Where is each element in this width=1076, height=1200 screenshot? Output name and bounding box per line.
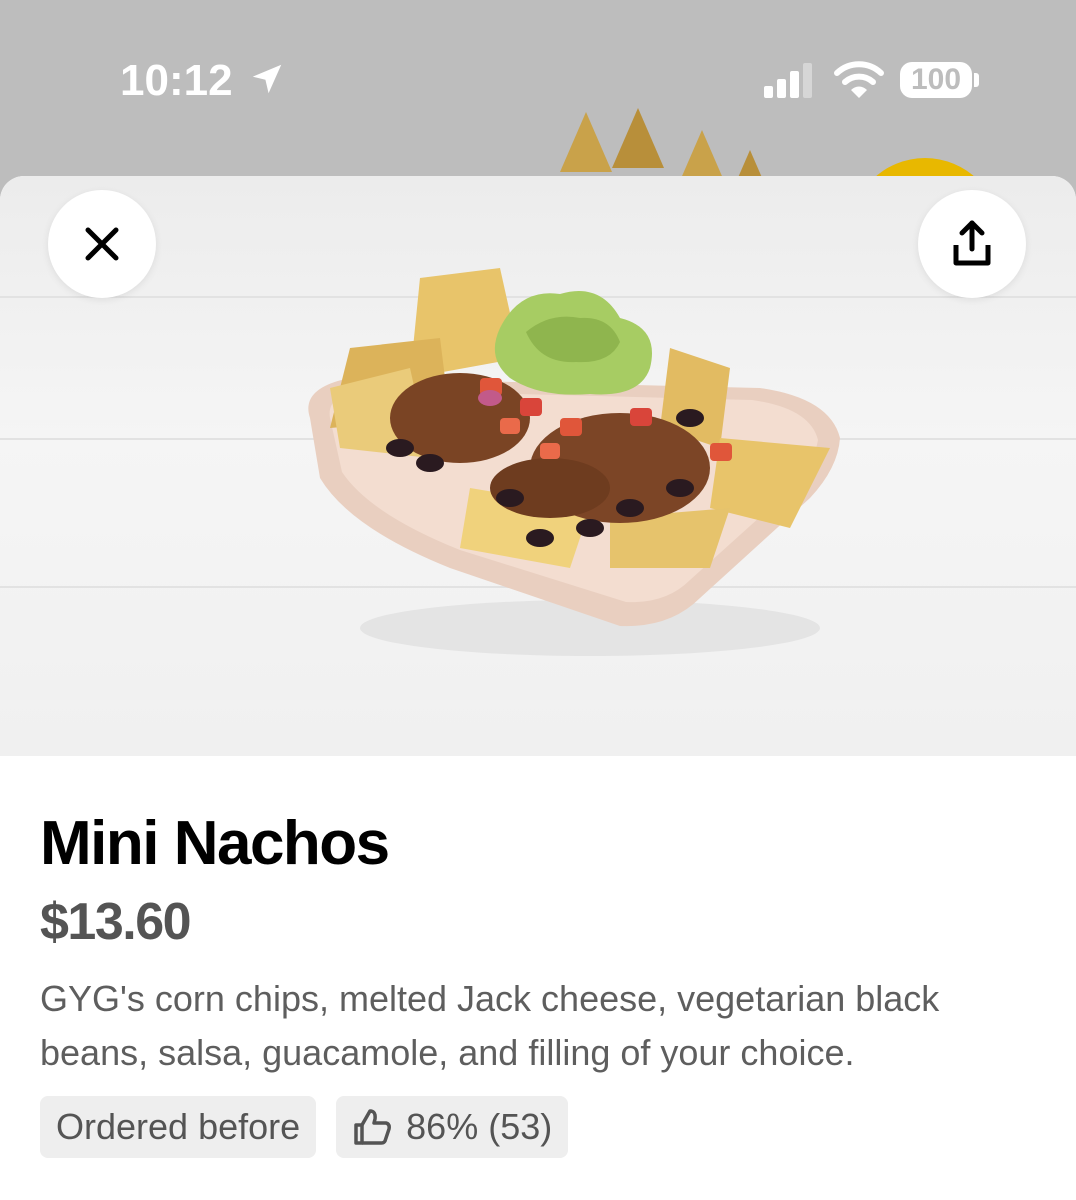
item-title: Mini Nachos (40, 809, 390, 878)
signal-icon (764, 63, 812, 98)
item-details: Mini Nachos $13.60 GYG's corn chips, mel… (0, 756, 1076, 1158)
rating-badge: 86% (53) (336, 1096, 569, 1158)
item-badges: Ordered before 86% (53) (40, 1096, 1036, 1158)
battery-tip (974, 73, 979, 87)
close-icon (85, 227, 119, 261)
ordered-before-badge: Ordered before (40, 1096, 317, 1158)
battery-icon: 100 (900, 62, 972, 98)
battery-level: 100 (910, 63, 962, 96)
item-price: $13.60 (40, 893, 192, 951)
wifi-icon (834, 61, 884, 98)
thumbs-up-icon (354, 1109, 392, 1145)
rating-label: 86% (53) (406, 1106, 553, 1147)
share-button[interactable] (918, 190, 1026, 298)
share-icon (953, 220, 991, 266)
ordered-before-label: Ordered before (56, 1106, 301, 1147)
item-detail-sheet: Mini Nachos $13.60 GYG's corn chips, mel… (0, 176, 1076, 1200)
item-hero-image (0, 176, 1076, 756)
status-time: 10:12 (120, 56, 233, 105)
location-arrow-icon (252, 64, 282, 94)
nachos-image (308, 268, 840, 656)
close-button[interactable] (48, 190, 156, 298)
item-description: GYG's corn chips, melted Jack cheese, ve… (40, 978, 940, 1073)
status-bar: 10:12 100 (0, 0, 1076, 160)
